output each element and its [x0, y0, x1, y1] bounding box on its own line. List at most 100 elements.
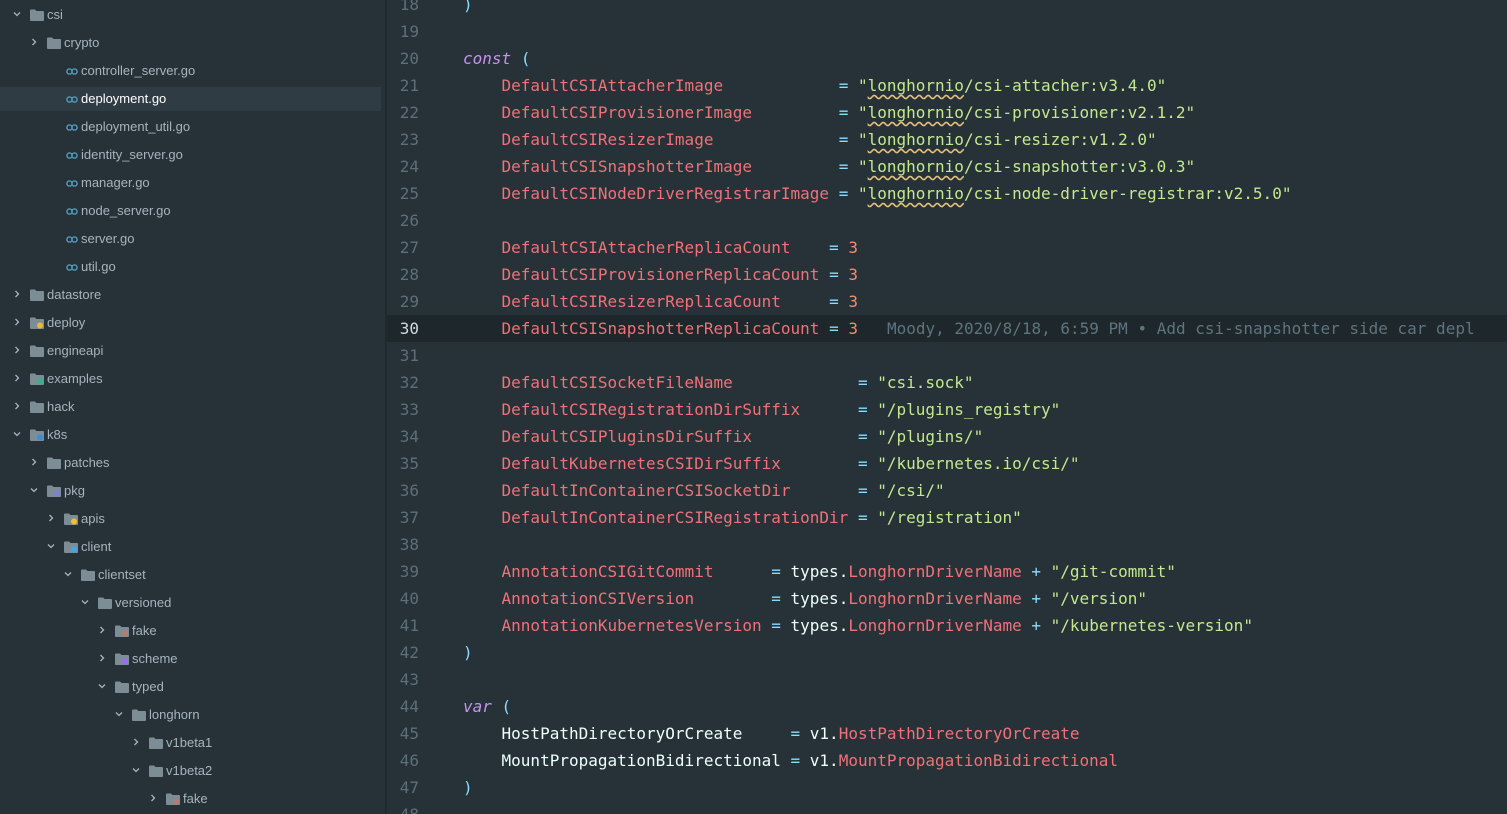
fake-folder-icon	[115, 625, 129, 637]
code-line[interactable]: 47)	[387, 774, 1507, 801]
tree-folder-engineapi[interactable]: engineapi	[0, 339, 381, 363]
current-code-line[interactable]: 30 DefaultCSISnapshotterReplicaCount = 3…	[387, 315, 1507, 342]
code-token: DefaultCSIPluginsDirSuffix	[501, 427, 752, 446]
tree-folder-versioned[interactable]: versioned	[0, 591, 381, 615]
tree-file-deployment-util-go[interactable]: deployment_util.go	[0, 115, 381, 139]
tree-folder-patches[interactable]: patches	[0, 451, 381, 475]
code-token: DefaultCSIResizerImage	[501, 130, 714, 149]
code-line[interactable]: 45 HostPathDirectoryOrCreate = v1.HostPa…	[387, 720, 1507, 747]
chevron-down-icon[interactable]	[132, 766, 140, 774]
code-line[interactable]: 42)	[387, 639, 1507, 666]
code-line[interactable]: 23 DefaultCSIResizerImage = "longhornio/…	[387, 126, 1507, 153]
chevron-right-icon[interactable]	[47, 514, 55, 522]
tree-folder-clientset[interactable]: clientset	[0, 563, 381, 587]
tree-folder-longhorn[interactable]: longhorn	[0, 703, 381, 727]
chevron-down-icon[interactable]	[13, 10, 21, 18]
chevron-right-icon[interactable]	[30, 38, 38, 46]
code-line[interactable]: 32 DefaultCSISocketFileName = "csi.sock"	[387, 369, 1507, 396]
code-token: v1.	[800, 724, 839, 743]
code-token: DefaultKubernetesCSIDirSuffix	[501, 454, 781, 473]
code-line[interactable]: 27 DefaultCSIAttacherReplicaCount = 3	[387, 234, 1507, 261]
code-line[interactable]: 20 const (	[387, 45, 1507, 72]
tree-folder-v1beta1[interactable]: v1beta1	[0, 731, 381, 755]
code-line[interactable]: 28 DefaultCSIProvisionerReplicaCount = 3	[387, 261, 1507, 288]
chevron-right-icon[interactable]	[98, 626, 106, 634]
code-line[interactable]: 29 DefaultCSIResizerReplicaCount = 3	[387, 288, 1507, 315]
chevron-down-icon[interactable]	[64, 570, 72, 578]
chevron-right-icon[interactable]	[98, 654, 106, 662]
line-number: 40	[399, 589, 419, 608]
code-token: /csi-node-driver-registrar:v2.5.0"	[963, 184, 1292, 203]
chevron-right-icon[interactable]	[13, 318, 21, 326]
tree-folder-examples[interactable]: examples	[0, 367, 381, 391]
chevron-down-icon[interactable]	[30, 486, 38, 494]
tree-folder-deploy[interactable]: deploy	[0, 311, 381, 335]
code-line[interactable]: 19	[387, 18, 1507, 45]
tree-folder-typed[interactable]: typed	[0, 675, 381, 699]
chevron-down-icon[interactable]	[81, 598, 89, 606]
code-line[interactable]: 48	[387, 801, 1507, 814]
tree-folder-k8s[interactable]: k8s	[0, 423, 381, 447]
chevron-right-icon[interactable]	[13, 374, 21, 382]
tree-file-node-server-go[interactable]: node_server.go	[0, 199, 381, 223]
tree-folder-hack[interactable]: hack	[0, 395, 381, 419]
line-number: 36	[399, 481, 419, 500]
code-line[interactable]: 43	[387, 666, 1507, 693]
tree-file-deployment-go[interactable]: deployment.go	[0, 87, 381, 111]
code-text: DefaultCSISocketFileName = "csi.sock"	[463, 373, 974, 393]
tree-folder-apis[interactable]: apis	[0, 507, 381, 531]
tree-file-manager-go[interactable]: manager.go	[0, 171, 381, 195]
tree-folder-fake[interactable]: fake	[0, 787, 381, 811]
code-token: DefaultCSISnapshotterReplicaCount	[501, 319, 820, 338]
tree-folder-client[interactable]: client	[0, 535, 381, 559]
code-line[interactable]: 21 DefaultCSIAttacherImage = "longhornio…	[387, 72, 1507, 99]
tree-file-util-go[interactable]: util.go	[0, 255, 381, 279]
code-line[interactable]: 37 DefaultInContainerCSIRegistrationDir …	[387, 504, 1507, 531]
chevron-down-icon[interactable]	[47, 542, 55, 550]
code-line[interactable]: 22 DefaultCSIProvisionerImage = "longhor…	[387, 99, 1507, 126]
code-token: =	[857, 427, 868, 446]
chevron-right-icon[interactable]	[13, 402, 21, 410]
tree-folder-csi[interactable]: csi	[0, 3, 381, 27]
chevron-down-icon[interactable]	[115, 710, 123, 718]
code-line[interactable]: 46 MountPropagationBidirectional = v1.Mo…	[387, 747, 1507, 774]
chevron-right-icon[interactable]	[13, 290, 21, 298]
code-line[interactable]: 34 DefaultCSIPluginsDirSuffix = "/plugin…	[387, 423, 1507, 450]
chevron-down-icon[interactable]	[98, 682, 106, 690]
code-line[interactable]: 36 DefaultInContainerCSISocketDir = "/cs…	[387, 477, 1507, 504]
tree-file-controller-server-go[interactable]: controller_server.go	[0, 59, 381, 83]
code-editor[interactable]: 18) 19 20 const (21 DefaultCSIAttacherImage…	[387, 0, 1507, 814]
tree-folder-v1beta2[interactable]: v1beta2	[0, 759, 381, 783]
code-token: (	[501, 697, 512, 716]
code-line[interactable]: 39 AnnotationCSIGitCommit = types.Longho…	[387, 558, 1507, 585]
code-line[interactable]: 33 DefaultCSIRegistrationDirSuffix = "/p…	[387, 396, 1507, 423]
tree-file-server-go[interactable]: server.go	[0, 227, 381, 251]
tree-folder-pkg[interactable]: pkg	[0, 479, 381, 503]
code-line[interactable]: 35 DefaultKubernetesCSIDirSuffix = "/kub…	[387, 450, 1507, 477]
code-line[interactable]: 40 AnnotationCSIVersion = types.Longhorn…	[387, 585, 1507, 612]
code-line[interactable]: 38	[387, 531, 1507, 558]
chevron-right-icon[interactable]	[30, 458, 38, 466]
chevron-right-icon[interactable]	[132, 738, 140, 746]
tree-folder-scheme[interactable]: scheme	[0, 647, 381, 671]
code-line[interactable]: 25 DefaultCSINodeDriverRegistrarImage = …	[387, 180, 1507, 207]
chevron-right-icon[interactable]	[149, 794, 157, 802]
code-line[interactable]: 44 var (	[387, 693, 1507, 720]
code-line[interactable]: 41 AnnotationKubernetesVersion = types.L…	[387, 612, 1507, 639]
code-line[interactable]: 31	[387, 342, 1507, 369]
line-number: 18	[399, 0, 419, 14]
tree-folder-fake[interactable]: fake	[0, 619, 381, 643]
code-line[interactable]: 24 DefaultCSISnapshotterImage = "longhor…	[387, 153, 1507, 180]
chevron-right-icon[interactable]	[13, 346, 21, 354]
code-line[interactable]: 18)	[387, 0, 1507, 18]
code-token: "/csi/"	[877, 481, 945, 500]
tree-folder-datastore[interactable]: datastore	[0, 283, 381, 307]
code-line[interactable]: 26	[387, 207, 1507, 234]
tree-file-identity-server-go[interactable]: identity_server.go	[0, 143, 381, 167]
code-token: DefaultCSISocketFileName	[501, 373, 733, 392]
chevron-down-icon[interactable]	[13, 430, 21, 438]
tree-folder-crypto[interactable]: crypto	[0, 31, 381, 55]
